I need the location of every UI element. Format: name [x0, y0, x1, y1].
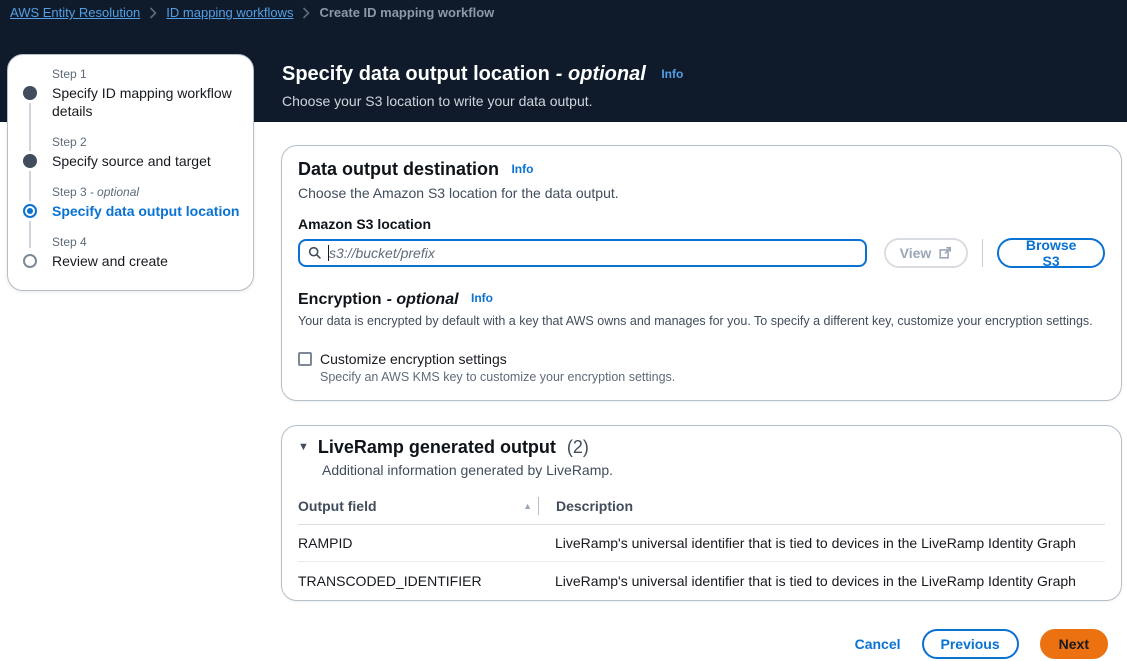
- cancel-button[interactable]: Cancel: [855, 636, 901, 652]
- page-subtitle: Choose your S3 location to write your da…: [282, 93, 683, 109]
- breadcrumb-link-id-mapping-workflows[interactable]: ID mapping workflows: [166, 5, 293, 20]
- description-cell: LiveRamp's universal identifier that is …: [555, 535, 1105, 551]
- create-id-mapping-workflow-page: AWS Entity Resolution ID mapping workflo…: [0, 0, 1127, 661]
- step-active-radio-icon: [23, 204, 37, 218]
- checkbox-unchecked-icon[interactable]: [298, 352, 312, 366]
- s3-location-row: View Browse S3: [298, 238, 1105, 268]
- step-completed-icon: [23, 154, 37, 168]
- info-link[interactable]: Info: [511, 162, 533, 176]
- step-label: Specify data output location: [52, 202, 241, 220]
- external-link-icon: [938, 246, 952, 260]
- step-number: Step 2: [52, 135, 241, 149]
- table-header-row: Output field ▲ Description: [298, 491, 1105, 525]
- s3-location-input[interactable]: [329, 242, 857, 264]
- liveramp-description: Additional information generated by Live…: [322, 462, 1105, 478]
- sort-ascending-icon[interactable]: ▲: [523, 501, 532, 511]
- step-item-3[interactable]: Step 3- optional Specify data output loc…: [18, 185, 241, 220]
- step-item-2[interactable]: Step 2 Specify source and target: [18, 135, 241, 170]
- step-label: Specify ID mapping workflow details: [52, 84, 241, 120]
- step-item-4[interactable]: Step 4 Review and create: [18, 235, 241, 270]
- liveramp-section-header[interactable]: ▼ LiveRamp generated output (2): [298, 437, 1105, 458]
- step-upcoming-icon: [23, 254, 37, 268]
- chevron-right-icon: [302, 7, 310, 19]
- output-field-cell: TRANSCODED_IDENTIFIER: [298, 573, 555, 589]
- page-header: Specify data output location- optional I…: [282, 63, 683, 109]
- table-row[interactable]: TRANSCODED_IDENTIFIER LiveRamp's univers…: [298, 562, 1105, 599]
- next-button[interactable]: Next: [1040, 629, 1108, 659]
- page-title: Specify data output location- optional: [282, 63, 651, 85]
- page-title-optional: - optional: [556, 63, 646, 85]
- wizard-steps-panel: Step 1 Specify ID mapping workflow detai…: [7, 54, 254, 291]
- step-optional-label: - optional: [90, 185, 139, 199]
- encryption-description: Your data is encrypted by default with a…: [298, 314, 1105, 328]
- encryption-heading: Encryption- optional Info: [298, 291, 1105, 309]
- previous-button[interactable]: Previous: [922, 629, 1019, 659]
- step-label: Review and create: [52, 252, 241, 270]
- data-output-destination-card: Data output destination Info Choose the …: [281, 145, 1122, 401]
- output-field-cell: RAMPID: [298, 535, 555, 551]
- browse-s3-button[interactable]: Browse S3: [997, 238, 1105, 268]
- column-header-description[interactable]: Description: [539, 498, 633, 514]
- checkbox-description: Specify an AWS KMS key to customize your…: [320, 370, 1105, 384]
- info-link[interactable]: Info: [471, 291, 493, 305]
- vertical-divider: [982, 239, 983, 267]
- card-title: Data output destination: [298, 159, 499, 179]
- checkbox-label: Customize encryption settings: [320, 351, 507, 367]
- wizard-footer-actions: Cancel Previous Next: [281, 628, 1122, 660]
- encryption-optional-label: - optional: [387, 291, 459, 308]
- step-number: Step 3- optional: [52, 185, 241, 199]
- step-completed-icon: [23, 86, 37, 100]
- column-header-output-field[interactable]: Output field ▲: [298, 498, 538, 514]
- search-icon: [308, 246, 322, 260]
- breadcrumb-link-entity-resolution[interactable]: AWS Entity Resolution: [10, 5, 140, 20]
- breadcrumb: AWS Entity Resolution ID mapping workflo…: [10, 5, 494, 20]
- customize-encryption-checkbox-row[interactable]: Customize encryption settings: [298, 351, 1105, 367]
- liveramp-count-badge: (2): [567, 437, 589, 458]
- breadcrumb-current: Create ID mapping workflow: [319, 5, 494, 20]
- step-label: Specify source and target: [52, 152, 241, 170]
- liveramp-title: LiveRamp generated output: [318, 437, 556, 458]
- s3-location-label: Amazon S3 location: [298, 216, 1105, 232]
- liveramp-output-table: Output field ▲ Description RAMPID LiveRa…: [298, 491, 1105, 599]
- view-button[interactable]: View: [884, 238, 969, 268]
- description-cell: LiveRamp's universal identifier that is …: [555, 573, 1105, 589]
- step-number: Step 4: [52, 235, 241, 249]
- step-number: Step 1: [52, 67, 241, 81]
- s3-location-input-wrap[interactable]: [298, 239, 867, 267]
- card-description: Choose the Amazon S3 location for the da…: [298, 185, 1105, 201]
- liveramp-generated-output-card: ▼ LiveRamp generated output (2) Addition…: [281, 425, 1122, 601]
- table-row[interactable]: RAMPID LiveRamp's universal identifier t…: [298, 525, 1105, 562]
- chevron-right-icon: [149, 7, 157, 19]
- caret-down-icon[interactable]: ▼: [298, 442, 309, 453]
- info-link[interactable]: Info: [661, 67, 683, 81]
- step-item-1[interactable]: Step 1 Specify ID mapping workflow detai…: [18, 67, 241, 120]
